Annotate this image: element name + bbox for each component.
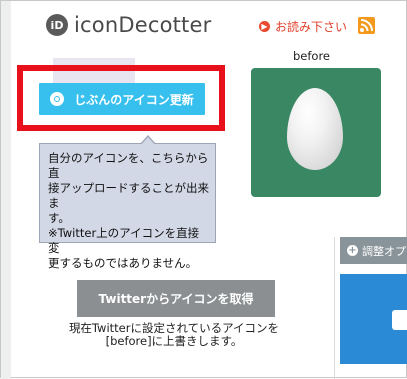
upload-tooltip: 自分のアイコンを、こちらから直 接アップロードすることが出来ま す。 ※Twit… — [39, 135, 216, 270]
note-line: [before]に上書きします。 — [105, 334, 243, 348]
adjust-options-label: 調整オプ — [362, 244, 406, 258]
camera-icon — [50, 92, 65, 106]
tooltip-line: す。 — [48, 211, 70, 225]
tooltip-line: 接アップロードすることが出来ま — [48, 181, 209, 210]
logo-text: iconDecotter — [74, 13, 212, 37]
overwrite-note: 現在Twitterに設定されているアイコンを [before]に上書きします。 — [41, 322, 307, 348]
left-margin-strip — [1, 1, 11, 379]
tooltip-line: 更するものではありません。 — [48, 256, 198, 270]
get-icon-from-twitter-button[interactable]: Twitterからアイコンを取得 — [77, 280, 275, 317]
before-label: before — [293, 49, 331, 63]
blue-panel — [340, 274, 407, 364]
egg-avatar-icon — [287, 88, 343, 170]
read-me-label: お読み下さい — [275, 20, 348, 34]
twitter-bird-icon — [392, 310, 407, 330]
update-own-icon-button[interactable]: じぶんのアイコン更新 — [39, 83, 205, 115]
tooltip-line: 自分のアイコンを、こちらから直 — [48, 151, 209, 180]
update-own-icon-label: じぶんのアイコン更新 — [74, 92, 194, 107]
read-me-link[interactable]: ▶ お読み下さい — [259, 18, 347, 35]
plus-circle-icon: + — [347, 244, 358, 256]
before-avatar — [251, 68, 381, 197]
panel-divider — [334, 237, 335, 379]
rss-icon[interactable] — [358, 17, 375, 34]
logo-mark-icon: iD — [46, 14, 68, 36]
adjust-options-button[interactable]: + 調整オプ — [340, 237, 407, 264]
tooltip-line: ※Twitter上のアイコンを直接変 — [48, 226, 200, 255]
site-logo[interactable]: iD iconDecotter — [46, 13, 211, 37]
right-arrow-circle-icon: ▶ — [259, 21, 270, 32]
